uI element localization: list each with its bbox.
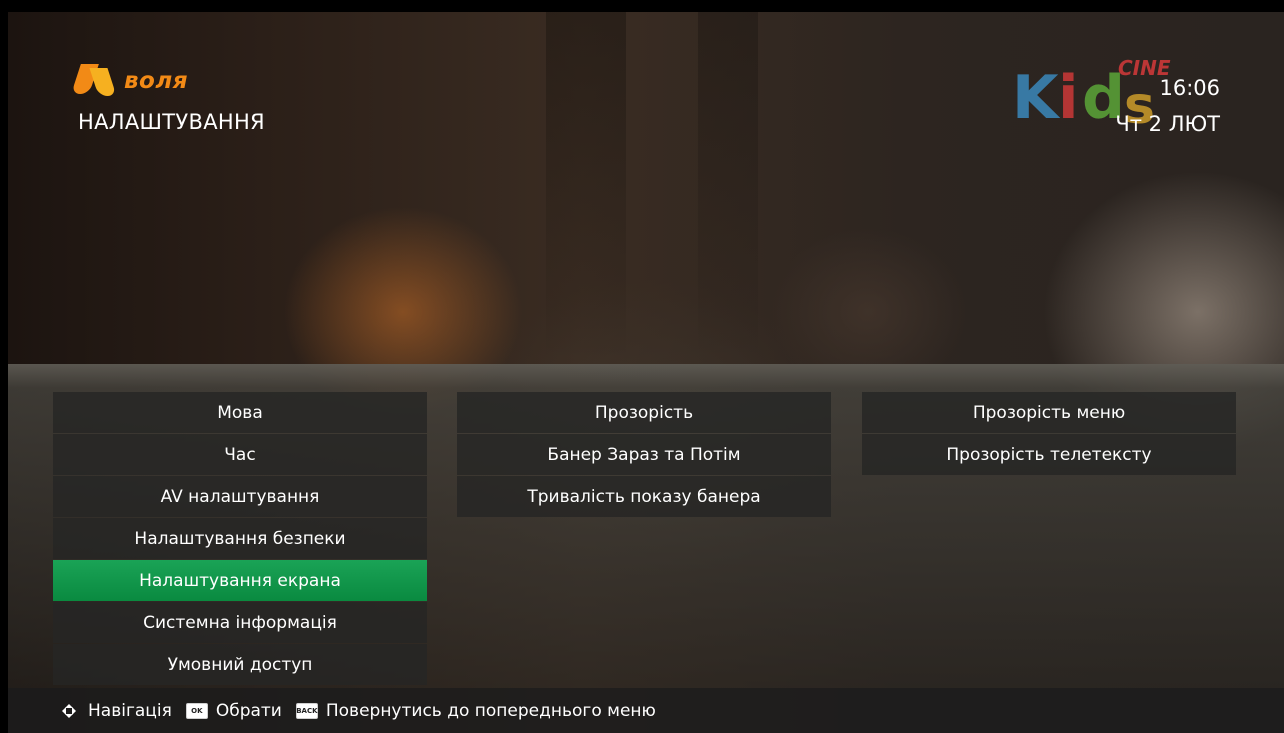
submenu-column: Прозорість Банер Зараз та Потім Триваліс… xyxy=(457,392,831,518)
date: Чт 2 ЛЮТ xyxy=(1115,112,1220,136)
submenu-item-now-next-banner[interactable]: Банер Зараз та Потім xyxy=(457,434,831,475)
menu-item-security-settings[interactable]: Налаштування безпеки xyxy=(53,518,427,559)
submenu-item-banner-duration[interactable]: Тривалість показу банера xyxy=(457,476,831,517)
menu-item-conditional-access[interactable]: Умовний доступ xyxy=(53,644,427,685)
submenu-item-transparency[interactable]: Прозорість xyxy=(457,392,831,433)
background-scene-shade xyxy=(698,12,758,364)
footer-hint-bar: Навігація OK Обрати BACK Повернутись до … xyxy=(8,688,1284,733)
menu-item-time[interactable]: Час xyxy=(53,434,427,475)
settings-menu-panel: Мова Час AV налаштування Налаштування бе… xyxy=(8,364,1284,688)
volia-logo-icon xyxy=(71,64,120,98)
background-scene xyxy=(546,12,626,364)
detail-menu-column: Прозорість меню Прозорість телетексту xyxy=(862,392,1236,476)
back-key-icon: BACK xyxy=(295,702,318,719)
tv-screen: воля НАЛАШТУВАННЯ K i d s CINE 16:06 Чт … xyxy=(8,12,1284,733)
detail-item-teletext-transparency[interactable]: Прозорість телетексту xyxy=(862,434,1236,475)
menu-item-screen-settings[interactable]: Налаштування екрана xyxy=(53,560,427,601)
detail-item-menu-transparency[interactable]: Прозорість меню xyxy=(862,392,1236,433)
ok-key-icon: OK xyxy=(185,702,208,719)
page-title: НАЛАШТУВАННЯ xyxy=(78,110,265,134)
channel-logo-letter: i xyxy=(1058,63,1079,133)
brand-name: воля xyxy=(124,68,188,94)
navigate-hint: Навігація xyxy=(88,700,172,721)
menu-item-language[interactable]: Мова xyxy=(53,392,427,433)
menu-item-system-info[interactable]: Системна інформація xyxy=(53,602,427,643)
select-hint: Обрати xyxy=(215,700,282,721)
channel-logo-letter: K xyxy=(1012,63,1059,133)
dpad-arrows-icon xyxy=(58,700,80,722)
back-hint: Повернутись до попереднього меню xyxy=(325,700,656,721)
clock: 16:06 xyxy=(1159,76,1220,100)
main-menu-column: Мова Час AV налаштування Налаштування бе… xyxy=(53,392,427,686)
menu-item-av-settings[interactable]: AV налаштування xyxy=(53,476,427,517)
brand-logo: воля xyxy=(71,64,188,98)
